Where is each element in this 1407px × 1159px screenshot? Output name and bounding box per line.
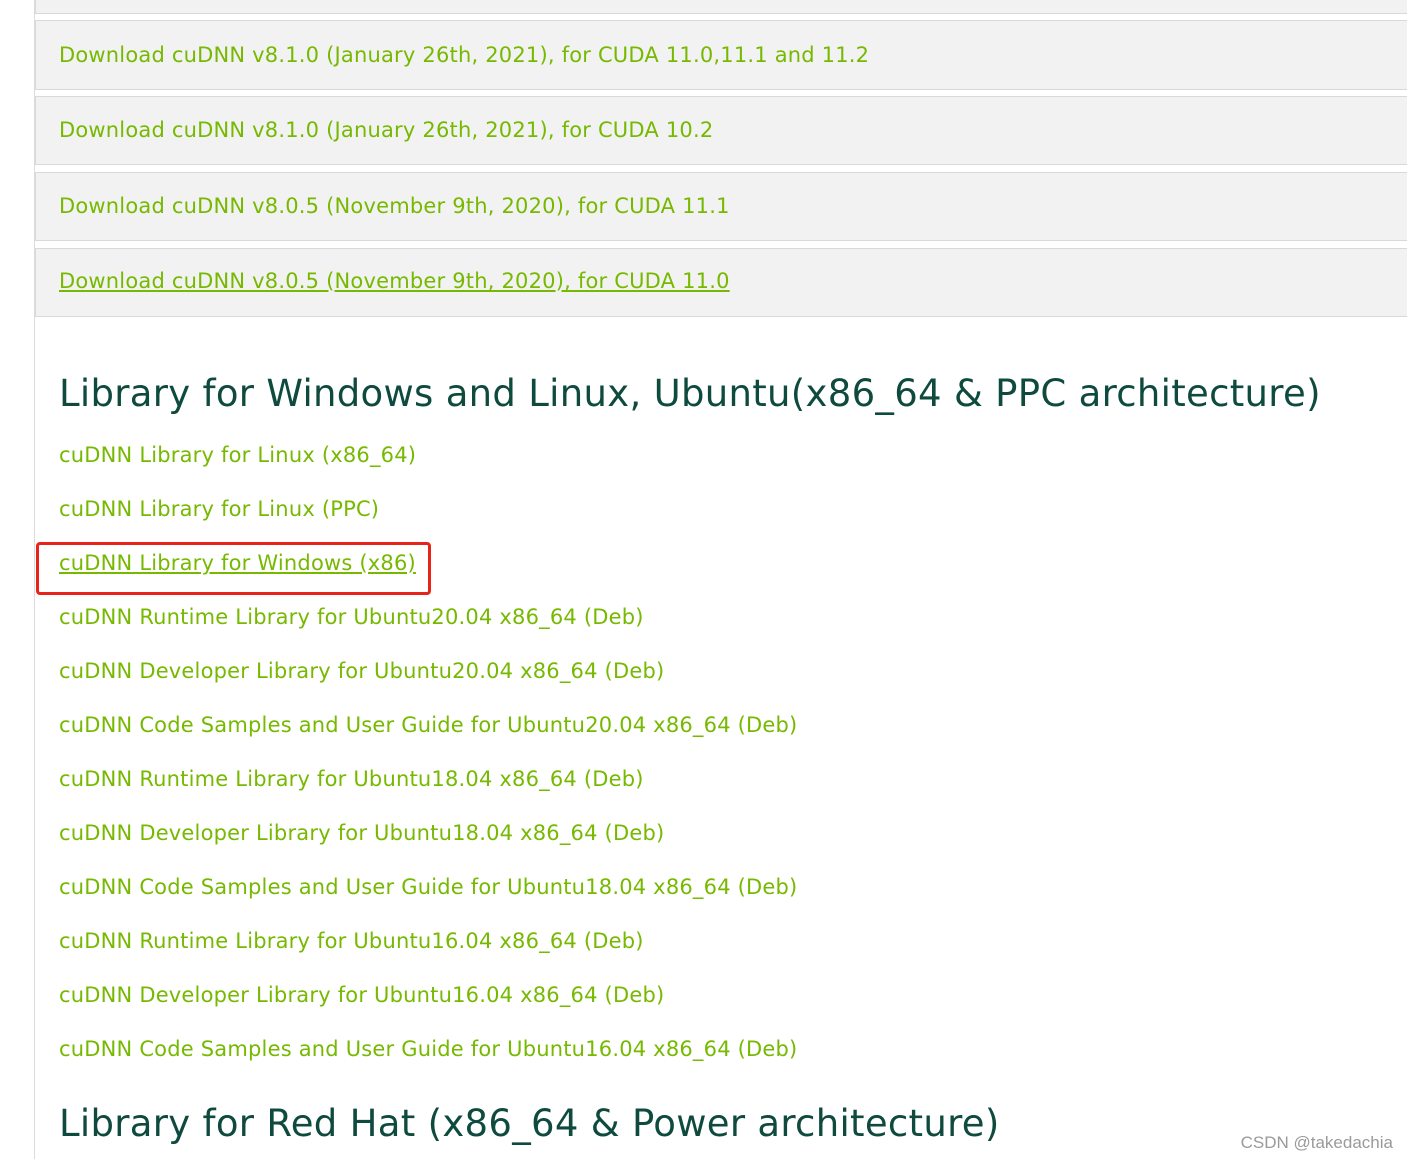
link-cudnn-developer-ubuntu2004[interactable]: cuDNN Developer Library for Ubuntu20.04 …	[59, 657, 664, 685]
section-heading-windows-linux-ubuntu: Library for Windows and Linux, Ubuntu(x8…	[59, 372, 1321, 415]
annotation-highlight-box	[36, 542, 431, 595]
accordion-item-previous[interactable]	[35, 0, 1407, 14]
link-cudnn-runtime-ubuntu1604[interactable]: cuDNN Runtime Library for Ubuntu16.04 x8…	[59, 927, 644, 955]
link-cudnn-linux-ppc[interactable]: cuDNN Library for Linux (PPC)	[59, 495, 379, 523]
accordion-item-label[interactable]: Download cuDNN v8.1.0 (January 26th, 202…	[59, 41, 869, 69]
link-cudnn-runtime-ubuntu1804[interactable]: cuDNN Runtime Library for Ubuntu18.04 x8…	[59, 765, 644, 793]
link-cudnn-runtime-ubuntu2004[interactable]: cuDNN Runtime Library for Ubuntu20.04 x8…	[59, 603, 644, 631]
accordion-item-cudnn-805-cuda-111[interactable]: Download cuDNN v8.0.5 (November 9th, 202…	[35, 172, 1407, 241]
accordion-item-label[interactable]: Download cuDNN v8.0.5 (November 9th, 202…	[59, 192, 730, 220]
accordion-item-cudnn-810-cuda-102[interactable]: Download cuDNN v8.1.0 (January 26th, 202…	[35, 96, 1407, 165]
accordion-item-cudnn-810-cuda-11x[interactable]: Download cuDNN v8.1.0 (January 26th, 202…	[35, 20, 1407, 90]
watermark: CSDN @takedachia	[1240, 1133, 1393, 1152]
link-cudnn-samples-ubuntu1604[interactable]: cuDNN Code Samples and User Guide for Ub…	[59, 1035, 797, 1063]
link-cudnn-developer-ubuntu1804[interactable]: cuDNN Developer Library for Ubuntu18.04 …	[59, 819, 664, 847]
accordion-item-label[interactable]: Download cuDNN v8.0.5 (November 9th, 202…	[59, 267, 730, 295]
link-cudnn-developer-ubuntu1604[interactable]: cuDNN Developer Library for Ubuntu16.04 …	[59, 981, 664, 1009]
accordion-item-cudnn-805-cuda-110[interactable]: Download cuDNN v8.0.5 (November 9th, 202…	[35, 248, 1407, 317]
accordion-item-label[interactable]: Download cuDNN v8.1.0 (January 26th, 202…	[59, 116, 713, 144]
section-heading-red-hat: Library for Red Hat (x86_64 & Power arch…	[59, 1102, 1000, 1145]
page: Download cuDNN v8.1.0 (January 26th, 202…	[0, 0, 1407, 1159]
link-cudnn-samples-ubuntu2004[interactable]: cuDNN Code Samples and User Guide for Ub…	[59, 711, 797, 739]
link-cudnn-samples-ubuntu1804[interactable]: cuDNN Code Samples and User Guide for Ub…	[59, 873, 797, 901]
link-cudnn-linux-x86-64[interactable]: cuDNN Library for Linux (x86_64)	[59, 441, 416, 469]
